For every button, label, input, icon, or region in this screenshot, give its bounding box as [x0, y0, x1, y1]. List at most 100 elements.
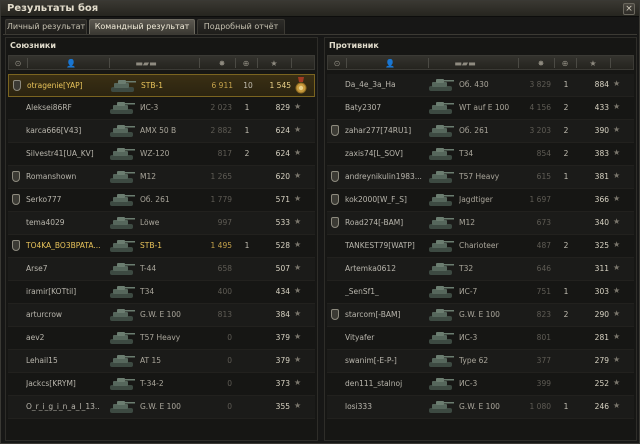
- vehicle-name: ИС-3: [140, 103, 159, 112]
- kills-icon[interactable]: ⊕: [239, 58, 253, 69]
- player-name[interactable]: Baty2307: [345, 103, 431, 112]
- table-row[interactable]: Jackcs[KRYM] T-34-2 0 373 ★: [8, 373, 315, 396]
- player-name[interactable]: andreynikulin1983...: [345, 172, 431, 181]
- player-name[interactable]: Vityafer: [345, 333, 431, 342]
- damage-value: 3 829: [529, 80, 551, 89]
- tank-icon[interactable]: ▬▰▬: [450, 58, 480, 69]
- player-icon[interactable]: 👤: [65, 58, 77, 69]
- player-name[interactable]: den111_stalnoj: [345, 379, 431, 388]
- tank-icon: [427, 100, 455, 116]
- table-row[interactable]: Da_4e_3a_Ha Об. 430 3 829 1 884 ★: [327, 74, 634, 97]
- table-row[interactable]: Arse7 T-44 658 507 ★: [8, 258, 315, 281]
- damage-value: 0: [227, 356, 232, 365]
- player-name[interactable]: Arse7: [26, 264, 112, 273]
- table-row[interactable]: Lehail15 AT 15 0 379 ★: [8, 350, 315, 373]
- damage-value: 399: [536, 379, 551, 388]
- table-row[interactable]: arturcrow G.W. E 100 813 384 ★: [8, 304, 315, 327]
- player-name[interactable]: zahar277[74RU1]: [345, 126, 431, 135]
- player-name[interactable]: losi333: [345, 402, 431, 411]
- table-row[interactable]: Road274[-BAM] M12 673 340 ★: [327, 212, 634, 235]
- vehicle-name: G.W. E 100: [140, 402, 181, 411]
- damage-icon[interactable]: ✸: [534, 58, 548, 69]
- player-name[interactable]: arturcrow: [26, 310, 112, 319]
- badge-column-icon[interactable]: ⊙: [13, 58, 23, 69]
- table-row[interactable]: otragenie[YAP] STB-1 6 911 10 1 545: [8, 74, 315, 97]
- table-row[interactable]: TANKEST79[WATP] Charioteer 487 2 325 ★: [327, 235, 634, 258]
- tank-icon: [108, 376, 136, 392]
- player-name[interactable]: Serko777: [26, 195, 112, 204]
- player-name[interactable]: _SenSf1_: [345, 287, 431, 296]
- star-icon: ★: [613, 194, 621, 203]
- player-name[interactable]: aev2: [26, 333, 112, 342]
- player-name[interactable]: Lehail15: [26, 356, 112, 365]
- table-row[interactable]: _SenSf1_ ИС-7 751 1 303 ★: [327, 281, 634, 304]
- player-icon[interactable]: 👤: [384, 58, 396, 69]
- star-icon: ★: [294, 217, 302, 226]
- table-row[interactable]: Silvestr41[UA_KV] WZ-120 817 2 624 ★: [8, 143, 315, 166]
- tab-detailed-report[interactable]: Подробный отчёт: [197, 19, 285, 34]
- tank-icon[interactable]: ▬▰▬: [131, 58, 161, 69]
- mastery-badge-icon: [12, 171, 20, 182]
- player-name[interactable]: Artemka0612: [345, 264, 431, 273]
- star-icon[interactable]: ★: [586, 58, 600, 69]
- player-name[interactable]: zaxis74[L_SOV]: [345, 149, 431, 158]
- vehicle-name: Об. 261: [459, 126, 489, 135]
- table-row[interactable]: Aleksei86RF ИС-3 2 023 1 829 ★: [8, 97, 315, 120]
- player-name[interactable]: Romanshown: [26, 172, 112, 181]
- table-row[interactable]: Artemka0612 T32 646 311 ★: [327, 258, 634, 281]
- player-name[interactable]: Silvestr41[UA_KV]: [26, 149, 112, 158]
- medal-icon[interactable]: [294, 77, 308, 94]
- table-row[interactable]: losi333 G.W. E 100 1 080 1 246 ★: [327, 396, 634, 419]
- tab-team-result[interactable]: Командный результат: [89, 19, 195, 34]
- table-row[interactable]: TO4KA_BO3BPATA... STB-1 1 495 1 528 ★: [8, 235, 315, 258]
- damage-value: 400: [217, 287, 232, 296]
- tab-personal-result[interactable]: Личный результат: [5, 19, 87, 34]
- table-row[interactable]: andreynikulin1983... T57 Heavy 615 1 381 ★: [327, 166, 634, 189]
- tank-icon: [108, 261, 136, 277]
- star-icon[interactable]: ★: [267, 58, 281, 69]
- table-row[interactable]: Baty2307 WT auf E 100 4 156 2 433 ★: [327, 97, 634, 120]
- close-button[interactable]: ×: [623, 3, 635, 15]
- enemies-title: Противник: [329, 41, 379, 50]
- player-name[interactable]: Jackcs[KRYM]: [26, 379, 112, 388]
- table-row[interactable]: swanim[-E-P-] Type 62 377 279 ★: [327, 350, 634, 373]
- badge-column-icon[interactable]: ⊙: [332, 58, 342, 69]
- window-titlebar[interactable]: Результаты боя ×: [1, 1, 639, 17]
- player-name[interactable]: starcom[-BAM]: [345, 310, 431, 319]
- player-name[interactable]: O_r_i_g_i_n_a_l_13..: [26, 402, 112, 411]
- player-name[interactable]: Da_4e_3a_Ha: [345, 80, 431, 89]
- table-row[interactable]: Vityafer ИС-3 801 281 ★: [327, 327, 634, 350]
- table-row[interactable]: starcom[-BAM] G.W. E 100 823 2 290 ★: [327, 304, 634, 327]
- damage-value: 1 265: [210, 172, 232, 181]
- vehicle-name: ИС-3: [459, 333, 478, 342]
- star-icon: ★: [613, 378, 621, 387]
- damage-icon[interactable]: ✸: [215, 58, 229, 69]
- table-row[interactable]: den111_stalnoj ИС-3 399 252 ★: [327, 373, 634, 396]
- kills-icon[interactable]: ⊕: [558, 58, 572, 69]
- player-name[interactable]: Aleksei86RF: [26, 103, 112, 112]
- xp-value: 433: [594, 103, 609, 112]
- table-row[interactable]: Romanshown M12 1 265 620 ★: [8, 166, 315, 189]
- mastery-badge-icon: [331, 217, 339, 228]
- kills-value: 2: [244, 149, 250, 158]
- player-name[interactable]: karca666[V43]: [26, 126, 112, 135]
- table-row[interactable]: tema4029 Löwe 997 533 ★: [8, 212, 315, 235]
- player-name[interactable]: kok2000[W_F_S]: [345, 195, 431, 204]
- player-name[interactable]: swanim[-E-P-]: [345, 356, 431, 365]
- table-row[interactable]: karca666[V43] AMX 50 B 2 882 1 624 ★: [8, 120, 315, 143]
- table-row[interactable]: zahar277[74RU1] Об. 261 3 203 2 390 ★: [327, 120, 634, 143]
- player-name[interactable]: TO4KA_BO3BPATA...: [26, 241, 112, 250]
- player-name[interactable]: iramir[KOTtil]: [26, 287, 112, 296]
- player-name[interactable]: Road274[-BAM]: [345, 218, 431, 227]
- table-row[interactable]: iramir[KOTtil] T34 400 434 ★: [8, 281, 315, 304]
- table-row[interactable]: O_r_i_g_i_n_a_l_13.. G.W. E 100 0 355 ★: [8, 396, 315, 419]
- table-row[interactable]: zaxis74[L_SOV] T34 854 2 383 ★: [327, 143, 634, 166]
- player-name[interactable]: TANKEST79[WATP]: [345, 241, 431, 250]
- table-row[interactable]: kok2000[W_F_S] Jagdtiger 1 697 366 ★: [327, 189, 634, 212]
- player-name[interactable]: tema4029: [26, 218, 112, 227]
- table-row[interactable]: aev2 T57 Heavy 0 379 ★: [8, 327, 315, 350]
- star-icon: ★: [294, 355, 302, 364]
- vehicle-name: ИС-7: [459, 287, 478, 296]
- table-row[interactable]: Serko777 Об. 261 1 779 571 ★: [8, 189, 315, 212]
- player-name[interactable]: otragenie[YAP]: [27, 81, 113, 90]
